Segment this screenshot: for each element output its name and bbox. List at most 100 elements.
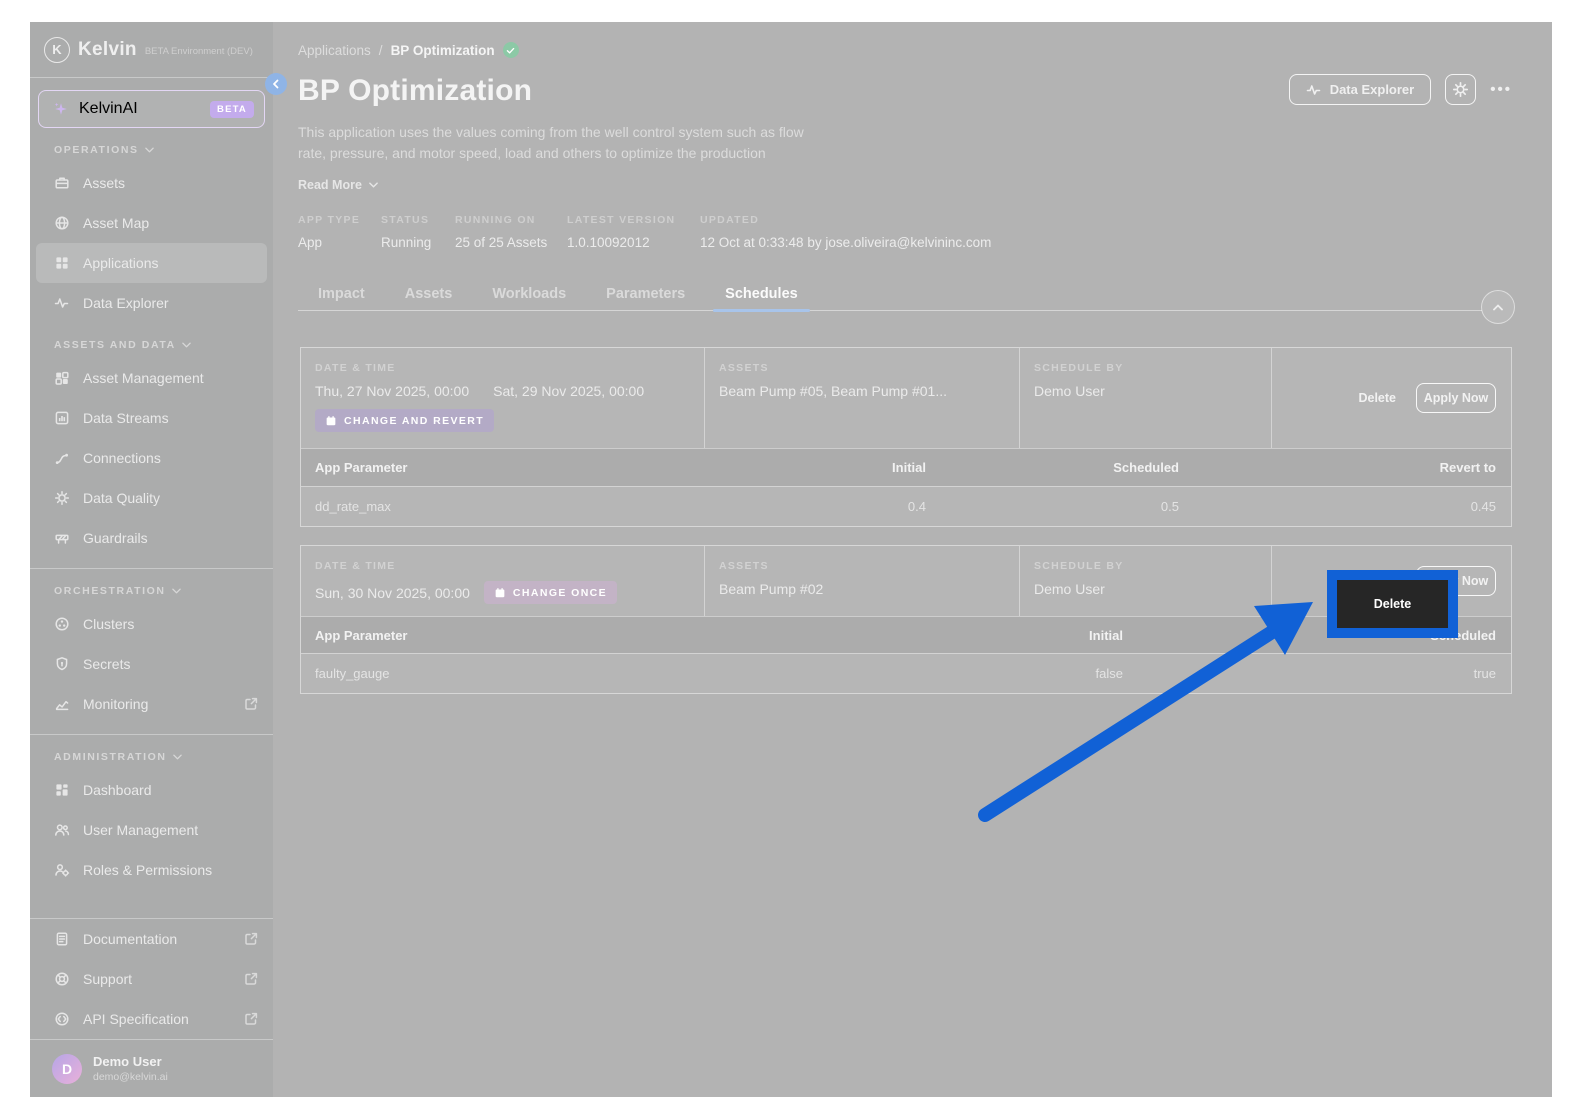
sidebar-item-data-quality[interactable]: Data Quality [30, 478, 273, 518]
tab-workloads[interactable]: Workloads [472, 286, 586, 311]
meta-value: Running [381, 235, 455, 250]
bar-chart-icon [54, 410, 70, 426]
sidebar-item-kelvinai[interactable]: KelvinAI BETA [38, 90, 265, 128]
beta-badge: BETA [210, 101, 254, 118]
sparkles-icon [53, 101, 69, 117]
sidebar-item-support[interactable]: Support [30, 959, 273, 999]
sidebar-item-api-specification[interactable]: API Specification [30, 999, 273, 1039]
sidebar-item-data-streams[interactable]: Data Streams [30, 398, 273, 438]
tab-impact[interactable]: Impact [298, 286, 385, 311]
meta-value: App [298, 235, 381, 250]
cell-scheduled: true [1138, 666, 1511, 681]
read-more-link[interactable]: Read More [298, 178, 378, 192]
schedule-actions: Delete Apply Now [1271, 348, 1511, 448]
tab-assets[interactable]: Assets [385, 286, 473, 311]
breadcrumb-applications[interactable]: Applications [298, 43, 371, 58]
sidebar-item-label: Monitoring [83, 696, 148, 712]
sidebar-section-assets-and-data[interactable]: ASSETS AND DATA [30, 332, 273, 358]
meta-value: 1.0.10092012 [567, 235, 700, 250]
sidebar-item-secrets[interactable]: Secrets [30, 644, 273, 684]
section-collapse-button[interactable] [1481, 290, 1515, 324]
sidebar-divider [30, 734, 273, 735]
settings-button[interactable] [1445, 74, 1476, 105]
sidebar-item-asset-management[interactable]: Asset Management [30, 358, 273, 398]
sidebar-item-documentation[interactable]: Documentation [30, 919, 273, 959]
sidebar-item-clusters[interactable]: Clusters [30, 604, 273, 644]
assets-label: ASSETS [719, 362, 1005, 374]
cluster-icon [54, 616, 70, 632]
app-description: This application uses the values coming … [298, 122, 1512, 164]
line-chart-icon [54, 696, 70, 712]
sidebar-item-data-explorer[interactable]: Data Explorer [30, 283, 273, 323]
sidebar-item-label: User Management [83, 822, 198, 838]
change-once-badge: CHANGE ONCE [484, 581, 617, 604]
sidebar-item-label: Applications [83, 255, 159, 271]
sidebar-section-operations[interactable]: OPERATIONS [30, 137, 273, 163]
cell-parameter: faulty_gauge [301, 666, 838, 681]
breadcrumb-separator: / [379, 43, 383, 58]
schedule-card: DATE & TIME Thu, 27 Nov 2025, 00:00 Sat,… [300, 347, 1512, 527]
status-check-icon [503, 42, 519, 58]
user-menu[interactable]: D Demo User demo@kelvin.ai [30, 1039, 273, 1097]
schedules-list: DATE & TIME Thu, 27 Nov 2025, 00:00 Sat,… [298, 347, 1512, 694]
sidebar-item-asset-map[interactable]: Asset Map [30, 203, 273, 243]
tab-schedules[interactable]: Schedules [705, 286, 818, 311]
delete-button[interactable]: Delete [1374, 597, 1412, 611]
sidebar: K Kelvin BETA Environment (DEV) KelvinAI… [30, 22, 273, 1097]
col-initial: Initial [621, 460, 941, 475]
assets-value: Beam Pump #05, Beam Pump #01... [719, 383, 1005, 399]
user-name: Demo User [93, 1054, 168, 1069]
assets-icon [54, 175, 70, 191]
tab-parameters[interactable]: Parameters [586, 286, 705, 311]
table-row: faulty_gauge false true [301, 653, 1511, 693]
chevron-down-icon [182, 342, 191, 348]
schedule-assets-cell: ASSETS Beam Pump #05, Beam Pump #01... [704, 348, 1019, 448]
calendar-icon [494, 587, 506, 599]
waveform-icon [1306, 82, 1322, 98]
kelvin-logo-icon: K [44, 37, 70, 63]
cell-parameter: dd_rate_max [301, 499, 621, 514]
meta-label: APP TYPE [298, 214, 381, 226]
sidebar-item-label: Secrets [83, 656, 130, 672]
shield-icon [54, 656, 70, 672]
badge-label: CHANGE ONCE [513, 587, 607, 599]
app-meta: APP TYPEApp STATUSRunning RUNNING ON25 o… [298, 214, 1512, 250]
sidebar-item-label: Documentation [83, 931, 177, 947]
chevron-up-icon [1493, 304, 1503, 311]
data-explorer-button[interactable]: Data Explorer [1289, 74, 1432, 105]
meta-value: 12 Oct at 0:33:48 by jose.oliveira@kelvi… [700, 235, 991, 250]
assets-value: Beam Pump #02 [719, 581, 1005, 597]
globe-icon [54, 215, 70, 231]
table-header-row: App Parameter Initial Scheduled Revert t… [301, 448, 1511, 486]
sidebar-item-label: Clusters [83, 616, 134, 632]
sidebar-item-guardrails[interactable]: Guardrails [30, 518, 273, 558]
sidebar-item-label: Data Quality [83, 490, 160, 506]
cell-initial: 0.4 [621, 499, 941, 514]
external-link-icon [243, 1011, 259, 1027]
gear-icon [1452, 81, 1469, 98]
more-options-button[interactable]: ••• [1490, 81, 1512, 98]
apply-now-button[interactable]: Apply Now [1416, 383, 1496, 413]
chevron-left-icon [272, 79, 280, 89]
calendar-icon [325, 415, 337, 427]
sidebar-item-dashboard[interactable]: Dashboard [30, 770, 273, 810]
col-scheduled: Scheduled [941, 460, 1194, 475]
app-window: K Kelvin BETA Environment (DEV) KelvinAI… [30, 22, 1552, 1097]
sidebar-item-assets[interactable]: Assets [30, 163, 273, 203]
sidebar-item-roles-permissions[interactable]: Roles & Permissions [30, 850, 273, 890]
data-explorer-label: Data Explorer [1330, 82, 1415, 97]
sidebar-item-connections[interactable]: Connections [30, 438, 273, 478]
sidebar-item-label: Asset Map [83, 215, 149, 231]
schedule-date-cell: DATE & TIME Thu, 27 Nov 2025, 00:00 Sat,… [301, 348, 704, 448]
sidebar-item-user-management[interactable]: User Management [30, 810, 273, 850]
sidebar-item-monitoring[interactable]: Monitoring [30, 684, 273, 724]
sidebar-collapse-button[interactable] [265, 73, 287, 95]
date-time-label: DATE & TIME [315, 560, 690, 572]
schedule-by-label: SCHEDULE BY [1034, 362, 1257, 374]
sidebar-section-orchestration[interactable]: ORCHESTRATION [30, 578, 273, 604]
delete-button[interactable]: Delete [1358, 391, 1396, 405]
schedule-start: Sun, 30 Nov 2025, 00:00 [315, 585, 470, 601]
sidebar-section-administration[interactable]: ADMINISTRATION [30, 744, 273, 770]
sidebar-item-applications[interactable]: Applications [36, 243, 267, 283]
gear-icon [54, 490, 70, 506]
